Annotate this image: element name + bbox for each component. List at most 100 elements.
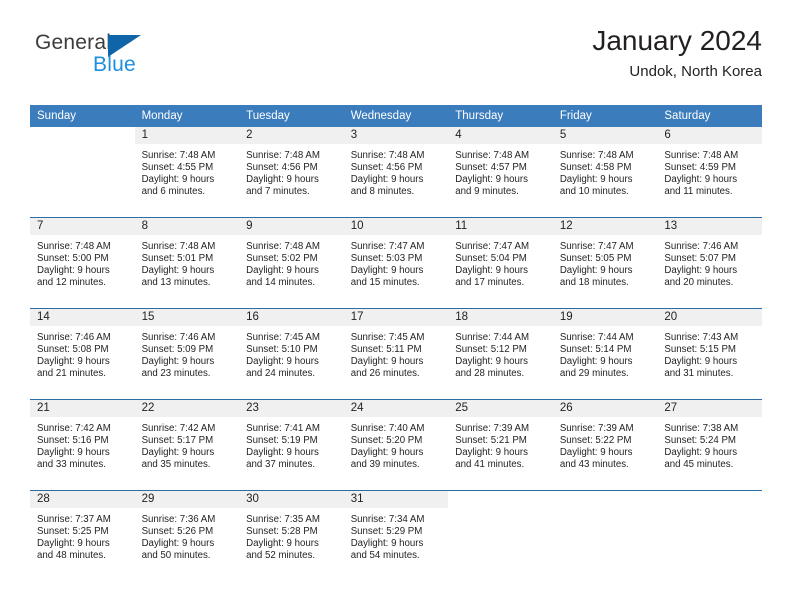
day-sun-details: Sunrise: 7:48 AM Sunset: 4:58 PM Daylight:…	[553, 144, 658, 198]
sunset-text: Sunset: 5:17 PM	[141, 434, 214, 446]
calendar-day-cell[interactable]: 4 Sunrise: 7:48 AM Sunset: 4:57 PM Daylight…	[448, 127, 553, 218]
day-number: 6	[657, 127, 762, 144]
calendar-day-cell[interactable]: 2 Sunrise: 7:48 AM Sunset: 4:56 PM Daylight…	[239, 127, 344, 218]
day-cell-inner: 31 Sunrise: 7:34 AM Sunset: 5:29 PM Dayligh…	[343, 491, 449, 581]
calendar-day-cell[interactable]: 10 Sunrise: 7:47 AM Sunset: 5:03 PM Dayligh…	[343, 217, 449, 309]
calendar-day-cell[interactable]: 15 Sunrise: 7:46 AM Sunset: 5:09 PM Dayligh…	[134, 308, 240, 400]
sunset-text: Sunset: 5:01 PM	[141, 252, 214, 264]
calendar-day-cell[interactable]: 28 Sunrise: 7:37 AM Sunset: 5:25 PM Dayligh…	[30, 490, 135, 581]
calendar-day-cell[interactable]: 22 Sunrise: 7:42 AM Sunset: 5:17 PM Dayligh…	[134, 399, 240, 491]
calendar-day-cell[interactable]: 25 Sunrise: 7:39 AM Sunset: 5:21 PM Dayligh…	[448, 399, 553, 491]
day-cell-inner: 15 Sunrise: 7:46 AM Sunset: 5:09 PM Dayligh…	[134, 309, 240, 399]
calendar-day-cell[interactable]: 11 Sunrise: 7:47 AM Sunset: 5:04 PM Dayligh…	[448, 217, 553, 309]
day-sun-details: Sunrise: 7:46 AM Sunset: 5:07 PM Daylight:…	[657, 235, 762, 289]
calendar-day-cell[interactable]: 18 Sunrise: 7:44 AM Sunset: 5:12 PM Dayligh…	[448, 308, 553, 400]
day-cell-inner: 30 Sunrise: 7:35 AM Sunset: 5:28 PM Dayligh…	[239, 491, 344, 581]
calendar-day-cell[interactable]: 23 Sunrise: 7:41 AM Sunset: 5:19 PM Dayligh…	[239, 399, 344, 491]
day-sun-details: Sunrise: 7:48 AM Sunset: 4:56 PM Daylight:…	[344, 144, 449, 198]
daylight-text-line1: Daylight: 9 hours	[141, 264, 215, 276]
daylight-text-line1: Daylight: 9 hours	[559, 446, 633, 458]
calendar-week-row: 14 Sunrise: 7:46 AM Sunset: 5:08 PM Dayligh…	[30, 308, 762, 400]
day-sun-details: Sunrise: 7:37 AM Sunset: 5:25 PM Daylight:…	[30, 508, 135, 562]
day-number: 1	[134, 127, 240, 144]
day-number	[448, 491, 553, 508]
day-cell-inner: 17 Sunrise: 7:45 AM Sunset: 5:11 PM Dayligh…	[343, 309, 449, 399]
day-cell-inner: 7 Sunrise: 7:48 AM Sunset: 5:00 PM Daylight…	[30, 218, 135, 308]
calendar-week-row: 21 Sunrise: 7:42 AM Sunset: 5:16 PM Dayligh…	[30, 399, 762, 491]
day-number: 17	[343, 309, 449, 326]
calendar-day-cell[interactable]: 19 Sunrise: 7:44 AM Sunset: 5:14 PM Dayligh…	[552, 308, 658, 400]
day-sun-details: Sunrise: 7:44 AM Sunset: 5:12 PM Daylight:…	[448, 326, 553, 380]
calendar-day-cell[interactable]: 31 Sunrise: 7:34 AM Sunset: 5:29 PM Dayligh…	[343, 490, 449, 581]
daylight-text-line2: and 18 minutes.	[559, 276, 629, 288]
sunset-text: Sunset: 5:14 PM	[559, 343, 632, 355]
sunrise-text: Sunrise: 7:43 AM	[664, 332, 739, 343]
calendar-day-cell[interactable]: 27 Sunrise: 7:38 AM Sunset: 5:24 PM Dayligh…	[657, 399, 762, 491]
daylight-text-line1: Daylight: 9 hours	[455, 173, 528, 185]
day-number: 19	[552, 309, 658, 326]
sunset-text: Sunset: 5:22 PM	[559, 434, 632, 446]
day-number: 20	[657, 309, 762, 326]
sunset-text: Sunset: 4:56 PM	[350, 161, 423, 173]
day-sun-details: Sunrise: 7:47 AM Sunset: 5:05 PM Daylight:…	[553, 235, 658, 289]
daylight-text-line1: Daylight: 9 hours	[455, 264, 528, 276]
calendar-day-cell[interactable]: 6 Sunrise: 7:48 AM Sunset: 4:59 PM Daylight…	[657, 127, 762, 218]
sunrise-text: Sunrise: 7:48 AM	[246, 241, 320, 252]
sunrise-text: Sunrise: 7:45 AM	[246, 332, 320, 343]
calendar-day-cell[interactable]: 20 Sunrise: 7:43 AM Sunset: 5:15 PM Dayligh…	[657, 308, 762, 400]
calendar-day-cell[interactable]: 26 Sunrise: 7:39 AM Sunset: 5:22 PM Dayligh…	[552, 399, 658, 491]
calendar-day-cell[interactable]: 24 Sunrise: 7:40 AM Sunset: 5:20 PM Dayligh…	[343, 399, 449, 491]
daylight-text-line1: Daylight: 9 hours	[141, 355, 215, 367]
day-cell-inner: 27 Sunrise: 7:38 AM Sunset: 5:24 PM Dayligh…	[657, 400, 762, 490]
calendar-day-cell-empty	[552, 490, 658, 581]
generalblue-logo[interactable]: General Blue	[35, 32, 215, 90]
day-cell-inner: 23 Sunrise: 7:41 AM Sunset: 5:19 PM Dayligh…	[239, 400, 344, 490]
day-cell-inner: 16 Sunrise: 7:45 AM Sunset: 5:10 PM Dayligh…	[239, 309, 344, 399]
calendar-day-cell[interactable]: 21 Sunrise: 7:42 AM Sunset: 5:16 PM Dayligh…	[30, 399, 135, 491]
calendar-body: 1 Sunrise: 7:48 AM Sunset: 4:55 PM Daylight…	[30, 127, 762, 581]
calendar-day-cell[interactable]: 7 Sunrise: 7:48 AM Sunset: 5:00 PM Daylight…	[30, 217, 135, 309]
daylight-text-line2: and 33 minutes.	[37, 458, 106, 470]
day-number: 16	[239, 309, 344, 326]
calendar-day-cell[interactable]: 9 Sunrise: 7:48 AM Sunset: 5:02 PM Daylight…	[239, 217, 344, 309]
day-cell-inner: 28 Sunrise: 7:37 AM Sunset: 5:25 PM Dayligh…	[30, 491, 135, 581]
daylight-text-line1: Daylight: 9 hours	[141, 173, 215, 185]
calendar-day-cell[interactable]: 8 Sunrise: 7:48 AM Sunset: 5:01 PM Daylight…	[134, 217, 240, 309]
day-number: 30	[239, 491, 344, 508]
day-number	[657, 491, 762, 508]
calendar-day-cell[interactable]: 30 Sunrise: 7:35 AM Sunset: 5:28 PM Dayligh…	[239, 490, 344, 581]
daylight-text-line2: and 17 minutes.	[455, 276, 525, 288]
calendar-day-cell-empty	[30, 127, 135, 218]
calendar-day-cell[interactable]: 5 Sunrise: 7:48 AM Sunset: 4:58 PM Daylight…	[552, 127, 658, 218]
calendar-day-cell[interactable]: 12 Sunrise: 7:47 AM Sunset: 5:05 PM Dayligh…	[552, 217, 658, 309]
daylight-text-line2: and 20 minutes.	[664, 276, 734, 288]
day-number	[553, 491, 658, 508]
day-sun-details: Sunrise: 7:36 AM Sunset: 5:26 PM Daylight:…	[135, 508, 240, 562]
day-sun-details: Sunrise: 7:48 AM Sunset: 5:02 PM Daylight:…	[239, 235, 344, 289]
sunrise-text: Sunrise: 7:39 AM	[559, 423, 634, 434]
calendar-day-cell[interactable]: 17 Sunrise: 7:45 AM Sunset: 5:11 PM Dayligh…	[343, 308, 449, 400]
daylight-text-line2: and 21 minutes.	[37, 367, 106, 379]
day-sun-details: Sunrise: 7:42 AM Sunset: 5:16 PM Daylight:…	[30, 417, 135, 471]
daylight-text-line2: and 6 minutes.	[141, 185, 206, 197]
calendar-day-cell[interactable]: 1 Sunrise: 7:48 AM Sunset: 4:55 PM Daylight…	[134, 127, 240, 218]
calendar-day-cell[interactable]: 16 Sunrise: 7:45 AM Sunset: 5:10 PM Dayligh…	[239, 308, 344, 400]
daylight-text-line2: and 50 minutes.	[141, 549, 211, 561]
calendar-day-cell[interactable]: 3 Sunrise: 7:48 AM Sunset: 4:56 PM Daylight…	[343, 127, 449, 218]
sunrise-text: Sunrise: 7:48 AM	[141, 241, 216, 252]
calendar-day-cell[interactable]: 13 Sunrise: 7:46 AM Sunset: 5:07 PM Dayligh…	[657, 217, 762, 309]
day-cell-inner: 18 Sunrise: 7:44 AM Sunset: 5:12 PM Dayligh…	[448, 309, 553, 399]
calendar-day-cell[interactable]: 14 Sunrise: 7:46 AM Sunset: 5:08 PM Dayligh…	[30, 308, 135, 400]
sunrise-text: Sunrise: 7:46 AM	[664, 241, 739, 252]
daylight-text-line1: Daylight: 9 hours	[350, 264, 424, 276]
day-number: 28	[30, 491, 135, 508]
sunrise-text: Sunrise: 7:48 AM	[664, 150, 739, 161]
daylight-text-line1: Daylight: 9 hours	[37, 446, 110, 458]
day-number: 22	[134, 400, 240, 417]
day-cell-inner: 20 Sunrise: 7:43 AM Sunset: 5:15 PM Dayligh…	[657, 309, 762, 399]
logo-text-general: General	[35, 31, 112, 54]
sunset-text: Sunset: 5:11 PM	[350, 343, 422, 355]
day-cell-inner: 1 Sunrise: 7:48 AM Sunset: 4:55 PM Daylight…	[134, 127, 240, 217]
calendar-day-cell[interactable]: 29 Sunrise: 7:36 AM Sunset: 5:26 PM Dayligh…	[134, 490, 240, 581]
sunset-text: Sunset: 5:03 PM	[350, 252, 423, 264]
